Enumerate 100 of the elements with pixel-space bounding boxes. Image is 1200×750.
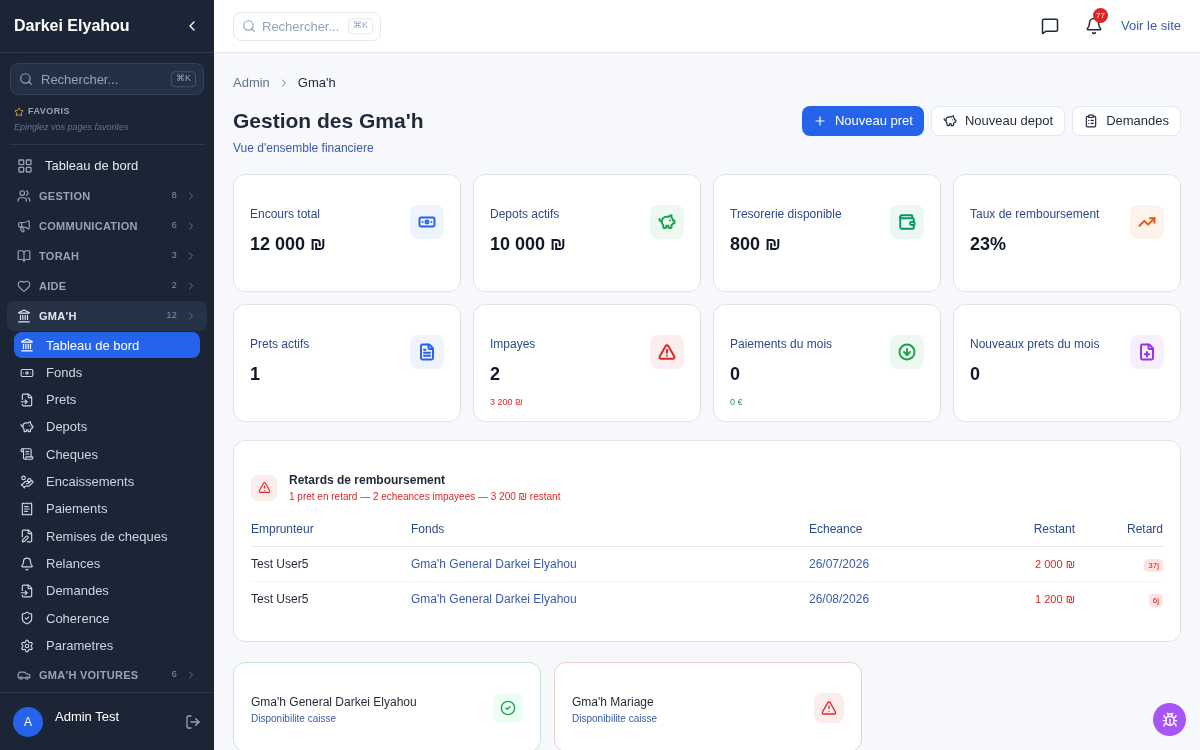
breadcrumb-item: Gma'h <box>297 74 336 92</box>
site-link[interactable]: Voir le site <box>1121 16 1181 36</box>
stat-label: Impayes <box>490 336 537 353</box>
notification-badge: 77 <box>1093 8 1108 23</box>
item-count: 6 <box>171 668 177 682</box>
table-cell: 26/08/2026 <box>809 592 870 607</box>
action-button[interactable]: Nouveau pret <box>801 105 924 136</box>
page-title: Gestion des Gma'h <box>233 107 424 134</box>
delay-tag: 6j <box>1148 594 1163 608</box>
nav-section[interactable]: TORAH 3 <box>7 241 207 271</box>
file-icon <box>20 583 34 598</box>
column-header: Restant <box>966 520 1075 547</box>
book-icon <box>17 249 31 263</box>
piggy-bank-icon <box>942 113 957 128</box>
stat-value: 800 ₪ <box>730 233 782 256</box>
table-cell: Test User5 <box>251 592 309 607</box>
stat-label: Tresorerie disponible <box>730 206 843 223</box>
warning-icon <box>821 699 837 716</box>
logout-icon[interactable] <box>185 713 201 730</box>
item-count: 6 <box>171 219 177 233</box>
user-name: Admin Test <box>55 707 120 726</box>
plus-icon <box>812 113 827 128</box>
receipt-icon <box>20 502 34 517</box>
check-icon <box>500 699 516 716</box>
bug-report-button[interactable] <box>1153 703 1186 736</box>
favorites-hint: Epinglez vos pages favorites <box>10 120 204 145</box>
fund-name: Gma'h General Darkei Elyahou <box>251 693 418 711</box>
nav-item[interactable]: Relances <box>14 550 200 577</box>
nav-section[interactable]: GMA'H VOITURES 6 <box>7 659 207 690</box>
user-avatar: A <box>13 706 43 737</box>
item-count: 2 <box>171 279 177 293</box>
bank-icon <box>20 338 34 353</box>
nav-item[interactable]: Paiements <box>14 496 200 523</box>
nav-item[interactable]: Fonds <box>14 359 200 386</box>
stat-label: Paiements du mois <box>730 336 834 353</box>
nav-item[interactable]: Coherence <box>14 605 200 632</box>
stat-label: Taux de remboursement <box>970 206 1101 223</box>
star-icon <box>14 106 24 117</box>
nav-item[interactable]: Tableau de bord <box>7 151 207 181</box>
table-cell: 1 200 ₪ <box>1035 593 1075 606</box>
fund-caption: Disponibilite caisse <box>572 711 659 726</box>
delay-tag: 37j <box>1144 559 1163 572</box>
column-header: Echeance <box>809 520 967 547</box>
item-count: 12 <box>166 309 177 323</box>
stat-subvalue: 3 200 ₪ <box>490 396 524 409</box>
stat-subvalue: 0 € <box>730 396 744 409</box>
stat-value: 0 <box>970 363 981 386</box>
stat-value: 1 <box>250 363 261 386</box>
table-cell[interactable]: Gma'h General Darkei Elyahou <box>411 557 577 571</box>
nav-item[interactable]: Parametres <box>14 632 200 659</box>
page-subtitle: Vue d'ensemble financiere <box>233 140 375 157</box>
nav-item[interactable]: Tableau de bord <box>14 332 200 359</box>
message-icon[interactable] <box>1041 17 1059 35</box>
table-cell: Test User5 <box>251 557 309 571</box>
scroll-icon <box>20 447 34 462</box>
nav-section[interactable]: AIDE 2 <box>7 271 207 301</box>
column-header: Emprunteur <box>251 520 411 547</box>
hand-coins-icon <box>20 474 34 489</box>
nav-section[interactable]: GMA'H 12 <box>7 301 207 331</box>
bell-icon <box>20 556 34 571</box>
nav-item[interactable]: Cheques <box>14 441 200 468</box>
action-button[interactable]: Demandes <box>1072 105 1181 136</box>
clipboard-icon <box>1084 113 1099 128</box>
stat-value: 0 <box>730 363 741 386</box>
card-summary: 1 pret en retard — 2 echeances impayees — 3 200 ₪ restant <box>289 490 561 504</box>
nav-section[interactable]: COMMUNICATION 6 <box>7 211 207 241</box>
nav-section[interactable]: GESTION 8 <box>7 181 207 211</box>
nav-item[interactable]: Demandes <box>14 577 200 604</box>
card-title: Retards de remboursement <box>289 472 447 489</box>
section-label: FAVORIS <box>28 105 70 118</box>
warning-icon <box>257 481 271 494</box>
nav-item[interactable]: Remises de cheques <box>14 523 200 550</box>
item-count: 8 <box>171 189 177 203</box>
search-icon <box>242 19 256 33</box>
breadcrumb-item[interactable]: Admin <box>233 73 270 93</box>
nav-item[interactable]: Depots <box>14 414 200 441</box>
notification-icon[interactable] <box>1085 17 1103 35</box>
fund-name: Gma'h Mariage <box>572 693 655 711</box>
stat-value: 23% <box>970 233 1008 256</box>
bank-icon <box>17 309 31 323</box>
action-button[interactable]: Nouveau depot <box>930 105 1066 136</box>
stat-label: Depots actifs <box>490 206 561 223</box>
stat-label: Nouveaux prets du mois <box>970 336 1101 353</box>
stat-label: Encours total <box>250 206 322 223</box>
table-cell[interactable]: Gma'h General Darkei Elyahou <box>411 592 577 607</box>
users-icon <box>17 189 31 203</box>
column-header: Fonds <box>411 520 809 547</box>
file-icon <box>20 392 34 407</box>
stat-value: 10 000 ₪ <box>490 233 567 256</box>
grid-icon <box>17 158 33 174</box>
shield-icon <box>20 611 34 626</box>
nav-item[interactable]: Prets <box>14 386 200 413</box>
stat-value: 12 000 ₪ <box>250 233 327 256</box>
bug-icon <box>1161 711 1178 728</box>
table-cell: 2 000 ₪ <box>1035 558 1075 570</box>
table-cell: 26/07/2026 <box>809 557 870 571</box>
heart-icon <box>17 279 31 293</box>
settings-icon <box>20 638 34 653</box>
column-header: Retard <box>1075 520 1163 547</box>
nav-item[interactable]: Encaissements <box>14 468 200 495</box>
